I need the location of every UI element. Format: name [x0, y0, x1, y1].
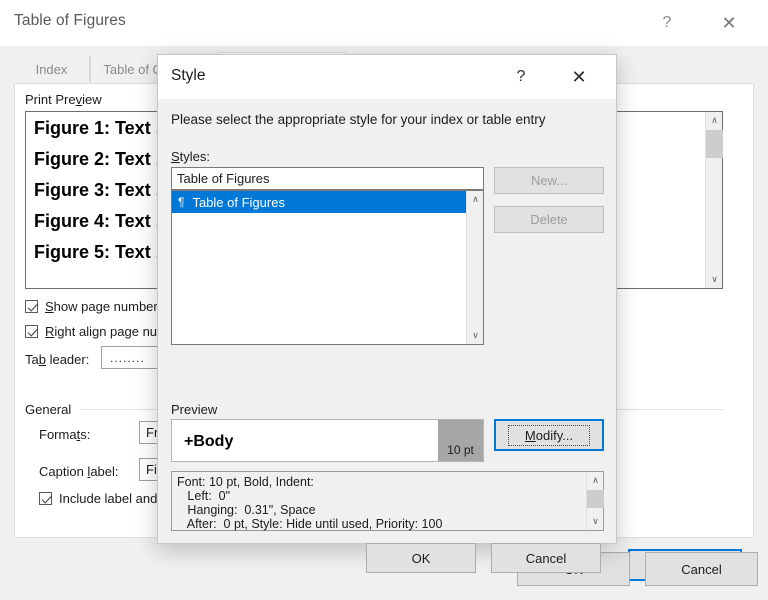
- print-preview-label: Print Preview: [25, 92, 102, 107]
- style-titlebar: Style ? ✕: [158, 55, 616, 99]
- pilcrow-icon: ¶: [178, 195, 185, 209]
- styles-list-scrollbar[interactable]: ∧ ∨: [466, 191, 483, 344]
- style-dialog-body: Please select the appropriate style for …: [158, 99, 616, 573]
- scroll-down-icon[interactable]: ∨: [467, 327, 484, 344]
- new-style-button[interactable]: New...: [494, 167, 604, 194]
- checkbox-show-page-numbers[interactable]: Show page numbers: [25, 299, 164, 314]
- preview-label: Preview: [171, 402, 218, 417]
- checkmark-icon: [39, 492, 52, 505]
- style-cancel-button[interactable]: Cancel: [491, 543, 601, 573]
- scroll-down-icon[interactable]: ∨: [706, 271, 723, 288]
- caption-label-label: Caption label:: [39, 464, 119, 479]
- style-name-value: Table of Figures: [177, 171, 270, 186]
- style-ok-button[interactable]: OK: [366, 543, 476, 573]
- main-titlebar: Table of Figures ? ✕: [0, 0, 768, 46]
- main-dialog-title: Table of Figures: [14, 12, 126, 29]
- modify-style-button[interactable]: Modify...: [494, 419, 604, 451]
- main-cancel-button[interactable]: Cancel: [645, 552, 758, 586]
- checkbox-label: Show page numbers: [45, 299, 165, 314]
- scroll-up-icon[interactable]: ∧: [587, 472, 604, 489]
- formats-label: Formats:: [39, 427, 91, 442]
- preview-font-size-chip: 10 pt: [438, 420, 483, 461]
- list-item-label: Table of Figures: [192, 194, 285, 210]
- style-dialog-title: Style: [171, 67, 206, 84]
- style-instruction-text: Please select the appropriate style for …: [171, 112, 546, 127]
- screenshot-root: Table of Figures ? ✕ Index Table of Cont…: [0, 0, 768, 600]
- style-preview-box: +Body 10 pt: [171, 419, 484, 462]
- scrollbar-thumb[interactable]: [587, 490, 604, 508]
- general-group-label: General: [25, 402, 72, 417]
- scroll-down-icon[interactable]: ∨: [587, 513, 604, 530]
- web-preview-scrollbar[interactable]: ∧ ∨: [705, 112, 723, 288]
- modify-style-button-label: Modify...: [507, 424, 591, 446]
- style-description-scrollbar[interactable]: ∧ ∨: [586, 472, 604, 530]
- close-icon[interactable]: ✕: [706, 0, 752, 46]
- preview-sample-text: +Body: [184, 433, 234, 450]
- tab-leader-value: ........: [110, 350, 145, 365]
- checkmark-icon: [25, 325, 38, 338]
- style-name-input[interactable]: Table of Figures: [171, 167, 484, 190]
- tab-leader-label: Tab leader:: [25, 352, 90, 367]
- style-description-text: Font: 10 pt, Bold, Indent: Left: 0" Hang…: [177, 475, 443, 531]
- help-icon[interactable]: ?: [644, 0, 690, 46]
- style-description-box: Font: 10 pt, Bold, Indent: Left: 0" Hang…: [171, 471, 604, 531]
- close-icon[interactable]: ✕: [556, 55, 602, 99]
- checkmark-icon: [25, 300, 38, 313]
- tab-index[interactable]: Index: [14, 56, 90, 82]
- delete-style-button[interactable]: Delete: [494, 206, 604, 233]
- styles-label: Styles:: [171, 149, 211, 164]
- scroll-up-icon[interactable]: ∧: [467, 191, 484, 208]
- scrollbar-thumb[interactable]: [706, 130, 723, 158]
- help-icon[interactable]: ?: [498, 55, 544, 99]
- scroll-up-icon[interactable]: ∧: [706, 112, 723, 129]
- list-item[interactable]: ¶ Table of Figures: [172, 191, 467, 213]
- styles-listbox[interactable]: ¶ Table of Figures ∧ ∨: [171, 190, 484, 345]
- style-dialog: Style ? ✕ Please select the appropriate …: [157, 54, 617, 573]
